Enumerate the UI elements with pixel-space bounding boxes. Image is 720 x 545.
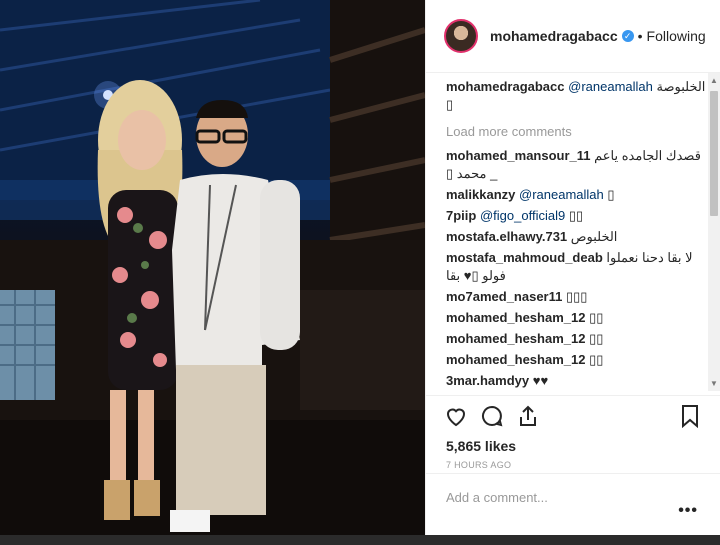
caption-mention[interactable]: @raneamallah bbox=[568, 79, 653, 94]
likes-count[interactable]: 5,865 likes bbox=[446, 438, 516, 454]
comment-username[interactable]: mostafa.elhawy.731 bbox=[446, 229, 567, 244]
scroll-down-arrow-icon[interactable]: ▼ bbox=[710, 379, 718, 388]
comment-item: mohamed_hesham_12 ▯▯ bbox=[446, 330, 706, 348]
caption: mohamedragabacc @raneamallah الخلبوصة ▯ bbox=[446, 78, 706, 114]
scrollbar-thumb[interactable] bbox=[710, 91, 718, 216]
post-photo[interactable] bbox=[0, 0, 425, 535]
post-username[interactable]: mohamedragabacc bbox=[490, 28, 618, 44]
comment-item: mohamed_hesham_12 ▯▯ bbox=[446, 309, 706, 327]
comment-mention[interactable]: @figo_official9 bbox=[480, 208, 565, 223]
comment-text: ▯▯ bbox=[589, 331, 604, 346]
comment-item: mohamed_hesham_12 ▯▯ bbox=[446, 351, 706, 369]
comment-username[interactable]: mo7amed_naser11 bbox=[446, 289, 562, 304]
post-header: mohamedragabacc ✓ • Following bbox=[426, 0, 720, 73]
caption-emoji: ▯ bbox=[446, 97, 454, 112]
add-comment-input[interactable]: Add a comment... bbox=[446, 490, 548, 505]
heart-icon[interactable] bbox=[444, 404, 468, 428]
caption-text: الخلبوصة bbox=[656, 79, 706, 94]
follow-button[interactable]: Following bbox=[647, 28, 706, 44]
comment-item: mohamed_mansour_11 قصدك الجامده ياعم _ م… bbox=[446, 147, 706, 183]
post-timestamp: 7 HOURS AGO bbox=[446, 460, 512, 470]
verified-badge-icon: ✓ bbox=[621, 30, 634, 42]
comment-item: mo7amed_naser11 ▯▯▯ bbox=[446, 288, 706, 306]
comment-text: ▯▯▯ bbox=[565, 289, 588, 304]
comment-username[interactable]: mohamed_mansour_11 bbox=[446, 148, 591, 163]
comment-username[interactable]: mostafa_mahmoud_deab bbox=[446, 250, 603, 265]
comment-username[interactable]: 7piip bbox=[446, 208, 476, 223]
comment-item: mostafa_mahmoud_deab لا بقا دحنا نعملوا … bbox=[446, 249, 706, 285]
comment-item: 7piip @figo_official9 ▯▯ bbox=[446, 207, 706, 225]
post-sidebar: mohamedragabacc ✓ • Following mohamedrag… bbox=[425, 0, 720, 535]
comments-scrollbar[interactable]: ▲ ▼ bbox=[708, 73, 720, 391]
bookmark-icon[interactable] bbox=[680, 404, 700, 428]
window-bottom-edge bbox=[0, 535, 720, 545]
comment-username[interactable]: 3mar.hamdyy bbox=[446, 373, 529, 388]
comment-text: ♥♥ bbox=[532, 373, 549, 388]
caption-username[interactable]: mohamedragabacc bbox=[446, 79, 565, 94]
share-icon[interactable] bbox=[516, 404, 540, 428]
comment-item: malikkanzy @raneamallah ▯ bbox=[446, 186, 706, 204]
post-photo-scene bbox=[0, 0, 425, 535]
load-more-comments-link[interactable]: Load more comments bbox=[446, 124, 706, 139]
comment-icon[interactable] bbox=[480, 404, 504, 428]
comment-text: ▯ bbox=[607, 187, 615, 202]
avatar[interactable] bbox=[444, 19, 478, 53]
comment-text: ▯▯ bbox=[589, 310, 604, 325]
comment-username[interactable]: mohamed_hesham_12 bbox=[446, 352, 585, 367]
comments-list: mohamedragabacc @raneamallah الخلبوصة ▯ … bbox=[446, 78, 706, 390]
comment-mention[interactable]: @raneamallah bbox=[519, 187, 604, 202]
comment-text: الخلبوص bbox=[570, 229, 618, 244]
comment-username[interactable]: malikkanzy bbox=[446, 187, 515, 202]
add-comment-bar: Add a comment... ••• bbox=[426, 473, 720, 536]
more-options-icon[interactable]: ••• bbox=[678, 502, 698, 520]
comment-item: mostafa.elhawy.731 الخلبوص bbox=[446, 228, 706, 246]
comment-text: ▯▯ bbox=[589, 352, 604, 367]
comment-username[interactable]: mohamed_hesham_12 bbox=[446, 310, 585, 325]
comment-username[interactable]: mohamed_hesham_12 bbox=[446, 331, 585, 346]
comment-item: 3mar.hamdyy ♥♥ bbox=[446, 372, 706, 390]
separator-dot: • bbox=[637, 28, 643, 44]
comment-text: ▯▯ bbox=[568, 208, 584, 223]
scroll-up-arrow-icon[interactable]: ▲ bbox=[710, 76, 718, 85]
